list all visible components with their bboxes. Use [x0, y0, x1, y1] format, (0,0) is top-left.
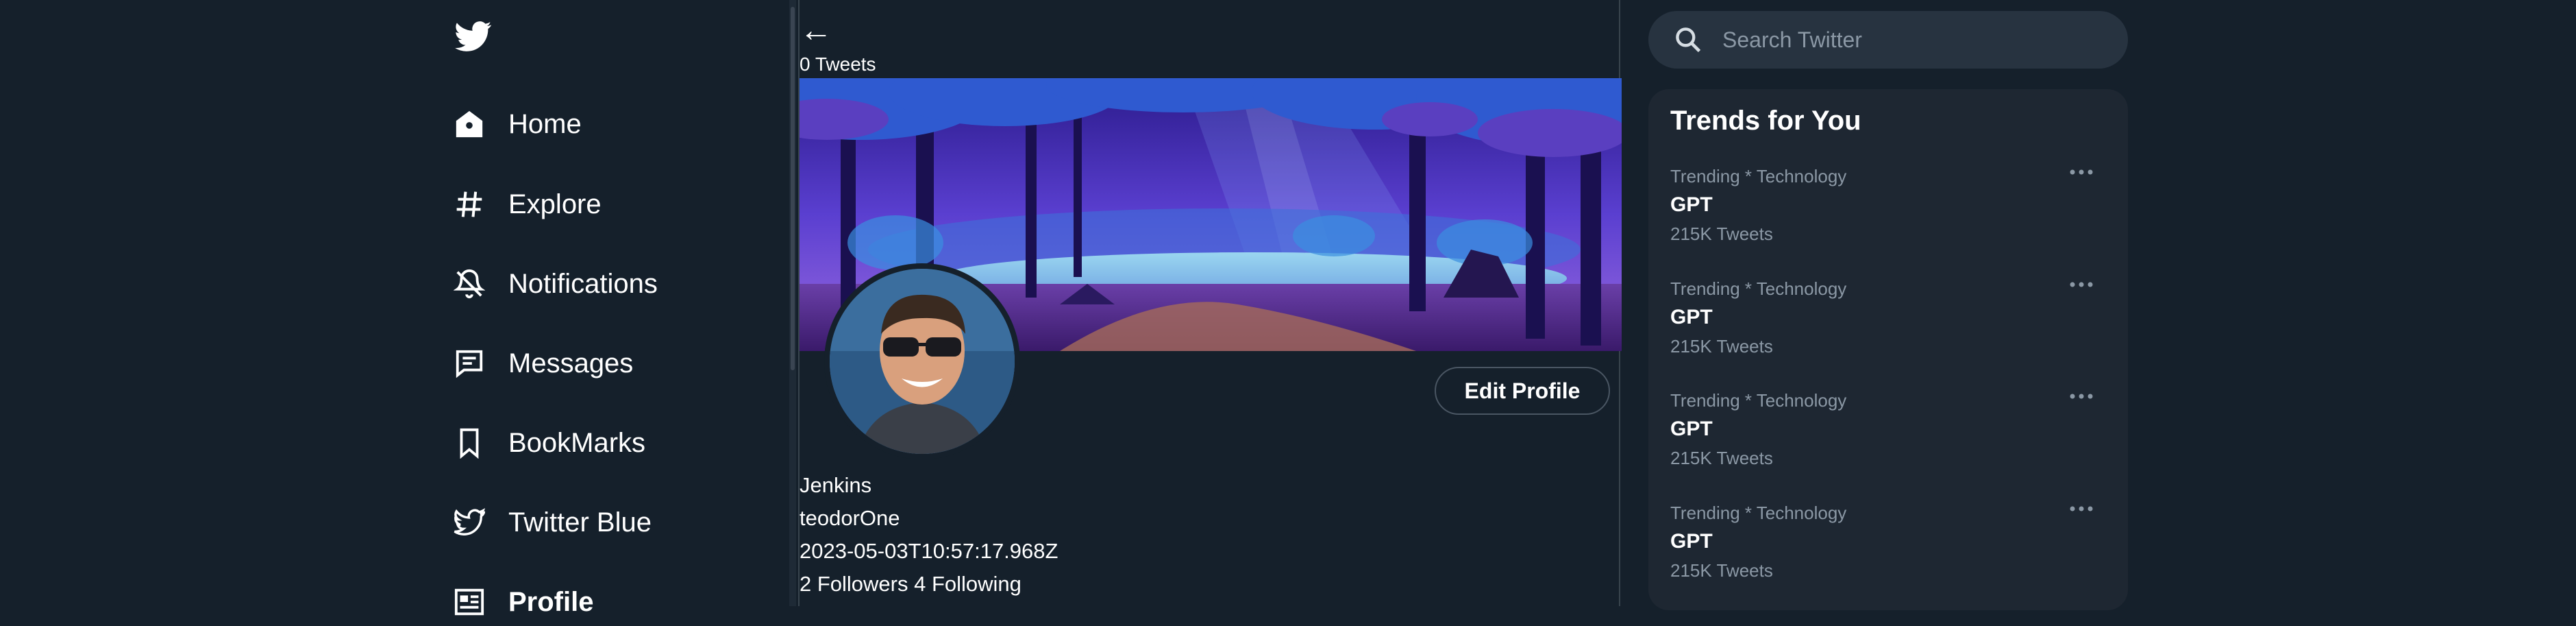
hashtag-icon — [451, 186, 488, 223]
trend-category: Trending * Technology — [1670, 278, 1847, 299]
trend-name: GPT — [1670, 193, 1713, 216]
scrollbar-thumb[interactable] — [791, 7, 795, 370]
message-icon — [451, 345, 488, 382]
nav-item-messages[interactable]: Messages — [451, 339, 633, 387]
nav-label-explore: Explore — [508, 189, 602, 219]
trend-tweet-count: 215K Tweets — [1670, 224, 1773, 244]
nav-item-twitter-blue[interactable]: Twitter Blue — [451, 498, 652, 546]
search-input[interactable] — [1721, 26, 2107, 53]
home-icon — [451, 106, 488, 143]
trend-tweet-count: 215K Tweets — [1670, 560, 1773, 581]
more-options-icon[interactable] — [2061, 274, 2102, 295]
trend-tweet-count: 215K Tweets — [1670, 336, 1773, 357]
nav-label-notifications: Notifications — [508, 268, 658, 299]
follow-stats[interactable]: 2 Followers 4 Following — [800, 572, 1021, 597]
nav-label-messages: Messages — [508, 348, 634, 378]
profile-avatar[interactable] — [824, 263, 1020, 459]
search-bar[interactable] — [1648, 11, 2128, 69]
profile-handle: teodorOne — [800, 506, 900, 530]
trend-category: Trending * Technology — [1670, 166, 1847, 186]
bell-icon — [451, 265, 488, 302]
back-button[interactable]: ← — [800, 7, 832, 55]
trend-name: GPT — [1670, 306, 1713, 328]
trend-item[interactable]: Trending * Technology GPT 215K Tweets — [1670, 166, 2109, 269]
profile-name: Jenkins — [800, 473, 872, 497]
trend-item[interactable]: Trending * Technology GPT 215K Tweets — [1670, 390, 2109, 493]
twitter-blue-icon — [451, 504, 488, 541]
profile-card-icon — [451, 583, 488, 621]
trend-name: GPT — [1670, 530, 1713, 553]
profile-joined-date: 2023-05-03T10:57:17.968Z — [800, 539, 1058, 563]
trend-category: Trending * Technology — [1670, 503, 1847, 523]
nav-item-profile[interactable]: Profile — [451, 578, 593, 626]
trend-name: GPT — [1670, 418, 1713, 440]
nav-label-home: Home — [508, 108, 582, 139]
left-sidebar: Home Explore Notifications Messages Book… — [438, 0, 781, 617]
trend-item[interactable]: Trending * Technology GPT 215K Tweets — [1670, 503, 2109, 605]
more-options-icon[interactable] — [2061, 386, 2102, 407]
more-options-icon[interactable] — [2061, 162, 2102, 182]
trends-panel: Trends for You Trending * Technology GPT… — [1648, 89, 2128, 610]
edit-profile-button[interactable]: Edit Profile — [1435, 367, 1610, 415]
nav-item-notifications[interactable]: Notifications — [451, 260, 658, 308]
trends-title: Trends for You — [1670, 106, 1861, 136]
nav-item-bookmarks[interactable]: BookMarks — [451, 419, 645, 467]
nav-label-twitter-blue: Twitter Blue — [508, 507, 652, 538]
nav-item-explore[interactable]: Explore — [451, 180, 602, 228]
trend-item[interactable]: Trending * Technology GPT 215K Tweets — [1670, 278, 2109, 381]
search-icon — [1673, 25, 1703, 55]
tweet-count: 0 Tweets — [800, 53, 876, 75]
bookmark-icon — [451, 424, 488, 461]
nav-label-bookmarks: BookMarks — [508, 427, 646, 458]
nav-label-profile: Profile — [508, 586, 594, 617]
twitter-logo-icon[interactable] — [452, 18, 500, 59]
nav-item-home[interactable]: Home — [451, 100, 582, 148]
trend-tweet-count: 215K Tweets — [1670, 448, 1773, 468]
profile-main-column: ← 0 Tweets Edit Profile Jenkins teodorOn… — [798, 0, 1622, 606]
more-options-icon[interactable] — [2061, 498, 2102, 519]
trend-category: Trending * Technology — [1670, 390, 1847, 411]
